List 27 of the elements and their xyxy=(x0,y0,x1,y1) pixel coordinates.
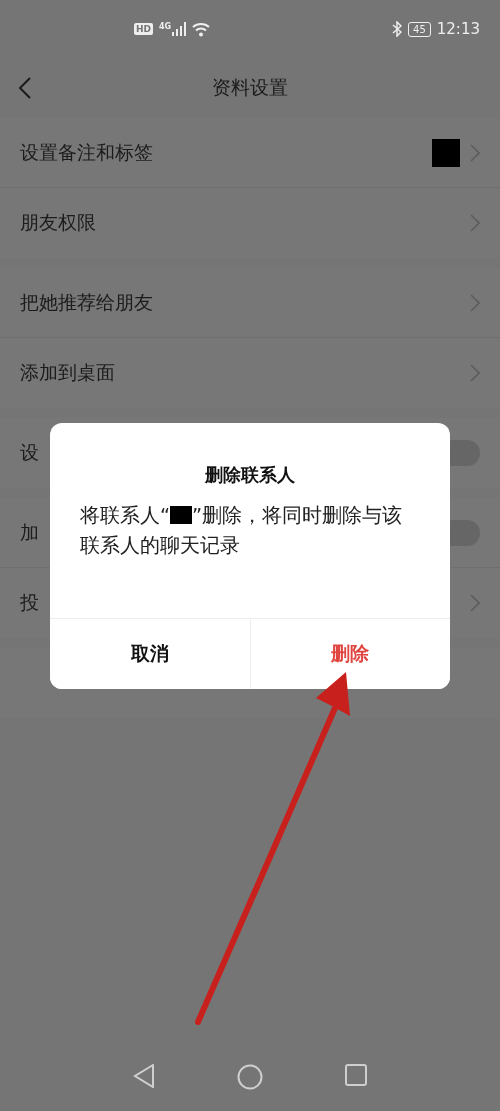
wifi-icon xyxy=(192,21,211,37)
chevron-right-icon xyxy=(470,364,480,382)
chevron-right-icon xyxy=(470,293,480,312)
battery-icon: 45 xyxy=(408,21,431,37)
redaction-block xyxy=(170,506,193,524)
signal-icon xyxy=(172,22,187,36)
dialog-title: 删除联系人 xyxy=(205,463,295,487)
bluetooth-icon xyxy=(392,21,403,37)
home-circle-icon[interactable] xyxy=(237,1064,263,1090)
settings-label: 设 xyxy=(20,440,39,465)
settings-row[interactable]: 朋友权限 xyxy=(0,188,500,258)
back-icon[interactable] xyxy=(18,77,32,99)
delete-button[interactable]: 删除 xyxy=(249,619,450,689)
page-title: 资料设置 xyxy=(212,75,288,100)
settings-label: 加 xyxy=(20,519,39,545)
settings-row[interactable]: 把她推荐给朋友 xyxy=(0,268,500,338)
dialog-message: 将联系人“ ”删除，将同时删除与该联系人的聊天记录 xyxy=(80,503,404,559)
network-type-label: 4G xyxy=(159,22,172,31)
chevron-right-icon xyxy=(470,143,480,162)
chevron-right-icon xyxy=(470,214,480,232)
hd-badge: HD xyxy=(134,23,153,35)
settings-row[interactable]: 设置备注和标签 xyxy=(0,118,500,188)
chevron-right-icon xyxy=(470,594,480,612)
settings-row[interactable]: 添加到桌面 xyxy=(0,338,500,408)
back-triangle-icon[interactable] xyxy=(133,1064,155,1088)
recents-square-icon[interactable] xyxy=(345,1064,367,1086)
clock-time: 12:13 xyxy=(436,20,480,38)
